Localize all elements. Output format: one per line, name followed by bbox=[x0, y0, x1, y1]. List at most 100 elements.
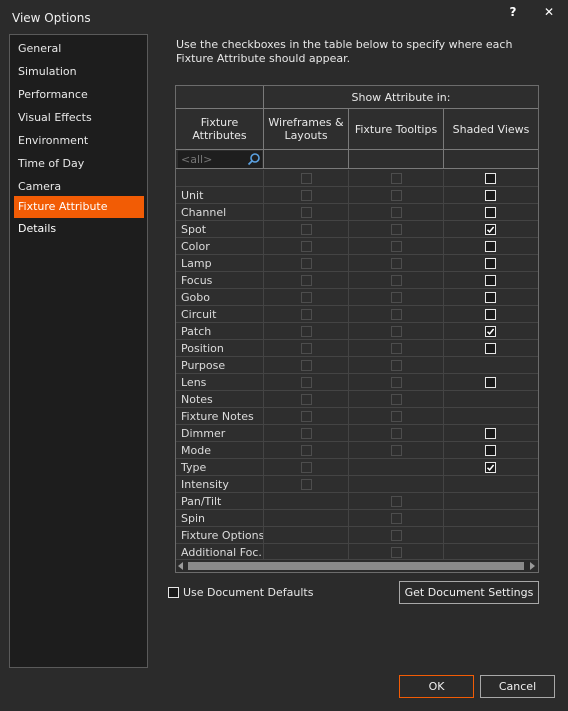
shaded-cell bbox=[444, 340, 538, 357]
attribute-name: Focus bbox=[176, 272, 264, 289]
wireframes-checkbox bbox=[301, 207, 312, 218]
wireframes-cell bbox=[264, 459, 349, 476]
shaded-checkbox[interactable] bbox=[485, 428, 496, 439]
column-header-wireframes-layouts[interactable]: Wireframes & Layouts bbox=[264, 109, 349, 150]
cancel-button[interactable]: Cancel bbox=[480, 675, 555, 698]
tooltips-cell bbox=[349, 459, 444, 476]
table-row: Spot bbox=[176, 221, 538, 238]
shaded-checkbox[interactable] bbox=[485, 275, 496, 286]
filter-row bbox=[176, 150, 538, 169]
tooltips-checkbox bbox=[391, 428, 402, 439]
wireframes-cell bbox=[264, 221, 349, 238]
title-bar: View Options ? ✕ bbox=[0, 0, 568, 30]
shaded-checkbox[interactable] bbox=[485, 377, 496, 388]
wireframes-checkbox bbox=[301, 479, 312, 490]
column-header-fixture-tooltips[interactable]: Fixture Tooltips bbox=[349, 109, 444, 150]
shaded-checkbox[interactable] bbox=[485, 190, 496, 201]
shaded-checkbox[interactable] bbox=[485, 173, 496, 184]
scroll-left-icon[interactable] bbox=[178, 562, 183, 570]
tooltips-checkbox bbox=[391, 547, 402, 558]
ok-button[interactable]: OK bbox=[399, 675, 474, 698]
tooltips-cell bbox=[349, 255, 444, 272]
scroll-right-icon[interactable] bbox=[530, 562, 535, 570]
wireframes-checkbox bbox=[301, 224, 312, 235]
scrollbar-thumb[interactable] bbox=[188, 562, 524, 570]
tooltips-cell bbox=[349, 187, 444, 204]
tooltips-cell bbox=[349, 306, 444, 323]
checkbox-box[interactable] bbox=[168, 587, 179, 598]
shaded-checkbox[interactable] bbox=[485, 224, 496, 235]
help-icon[interactable]: ? bbox=[502, 4, 524, 22]
table-row: Focus bbox=[176, 272, 538, 289]
table-row: Intensity bbox=[176, 476, 538, 493]
shaded-checkbox[interactable] bbox=[485, 292, 496, 303]
filter-cell bbox=[176, 150, 264, 169]
wireframes-cell bbox=[264, 306, 349, 323]
wireframes-checkbox bbox=[301, 326, 312, 337]
attribute-name: Patch bbox=[176, 323, 264, 340]
sidebar-item-time-of-day[interactable]: Time of Day bbox=[14, 153, 144, 175]
wireframes-cell bbox=[264, 391, 349, 408]
shaded-cell bbox=[444, 238, 538, 255]
column-header-fixture-attributes[interactable]: Fixture Attributes bbox=[176, 109, 264, 150]
tooltips-checkbox bbox=[391, 377, 402, 388]
wireframes-cell bbox=[264, 170, 349, 187]
table-row: Purpose bbox=[176, 357, 538, 374]
tooltips-checkbox bbox=[391, 207, 402, 218]
search-icon[interactable] bbox=[247, 152, 261, 166]
shaded-checkbox[interactable] bbox=[485, 207, 496, 218]
shaded-cell bbox=[444, 374, 538, 391]
close-icon[interactable]: ✕ bbox=[538, 4, 560, 22]
wireframes-cell bbox=[264, 442, 349, 459]
select-all-row bbox=[176, 170, 538, 187]
attribute-name: Channel bbox=[176, 204, 264, 221]
header-corner bbox=[176, 86, 264, 109]
shaded-checkbox[interactable] bbox=[485, 462, 496, 473]
wireframes-checkbox bbox=[301, 428, 312, 439]
attribute-table: Show Attribute in: Fixture Attributes Wi… bbox=[175, 85, 539, 573]
wireframes-checkbox bbox=[301, 173, 312, 184]
wireframes-checkbox bbox=[301, 292, 312, 303]
tooltips-cell bbox=[349, 272, 444, 289]
attribute-name: Notes bbox=[176, 391, 264, 408]
tooltips-cell bbox=[349, 289, 444, 306]
tooltips-checkbox bbox=[391, 513, 402, 524]
shaded-checkbox[interactable] bbox=[485, 326, 496, 337]
sidebar-item-performance[interactable]: Performance bbox=[14, 84, 144, 106]
wireframes-cell bbox=[264, 187, 349, 204]
tooltips-checkbox bbox=[391, 224, 402, 235]
shaded-checkbox[interactable] bbox=[485, 343, 496, 354]
column-header-shaded-views[interactable]: Shaded Views bbox=[444, 109, 538, 150]
tooltips-cell bbox=[349, 204, 444, 221]
shaded-cell bbox=[444, 527, 538, 544]
sidebar-item-fixture-attribute-details[interactable]: Fixture Attribute Details bbox=[14, 196, 144, 235]
table-row: Pan/Tilt bbox=[176, 493, 538, 510]
shaded-cell bbox=[444, 170, 538, 187]
show-attribute-header: Show Attribute in: bbox=[351, 91, 451, 104]
shaded-checkbox[interactable] bbox=[485, 241, 496, 252]
attribute-name: Dimmer bbox=[176, 425, 264, 442]
shaded-cell bbox=[444, 187, 538, 204]
tooltips-checkbox bbox=[391, 394, 402, 405]
shaded-checkbox[interactable] bbox=[485, 445, 496, 456]
tooltips-checkbox bbox=[391, 258, 402, 269]
wireframes-cell bbox=[264, 493, 349, 510]
sidebar-item-simulation[interactable]: Simulation bbox=[14, 61, 144, 83]
horizontal-scrollbar[interactable] bbox=[176, 559, 538, 572]
select-all-cell bbox=[176, 170, 264, 187]
shaded-cell bbox=[444, 442, 538, 459]
sidebar-item-camera[interactable]: Camera bbox=[14, 176, 144, 198]
sidebar-item-visual-effects[interactable]: Visual Effects bbox=[14, 107, 144, 129]
shaded-cell bbox=[444, 493, 538, 510]
table-row: Fixture Options bbox=[176, 527, 538, 544]
shaded-cell bbox=[444, 459, 538, 476]
table-row: Type bbox=[176, 459, 538, 476]
shaded-checkbox[interactable] bbox=[485, 258, 496, 269]
get-document-settings-button[interactable]: Get Document Settings bbox=[399, 581, 539, 604]
check-icon bbox=[486, 464, 495, 472]
shaded-checkbox[interactable] bbox=[485, 309, 496, 320]
wireframes-checkbox bbox=[301, 411, 312, 422]
sidebar-item-environment[interactable]: Environment bbox=[14, 130, 144, 152]
check-icon bbox=[486, 226, 495, 234]
sidebar-item-general[interactable]: General bbox=[14, 38, 144, 60]
